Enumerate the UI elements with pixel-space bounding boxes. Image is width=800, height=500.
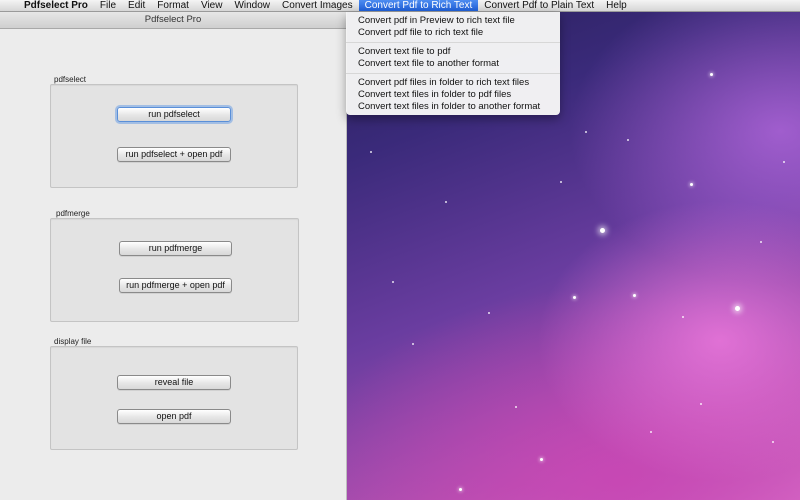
menu-convert-pdf-to-plain-text[interactable]: Convert Pdf to Plain Text [478,0,600,11]
menu-help[interactable]: Help [600,0,633,11]
star [540,458,543,461]
run-pdfmerge-button[interactable]: run pdfmerge [119,241,232,256]
star [445,201,447,203]
star [585,131,587,133]
group-box-pdfselect: run pdfselect run pdfselect + open pdf [50,84,298,188]
menu-bar: Pdfselect Pro File Edit Format View Wind… [0,0,800,12]
star [573,296,576,299]
run-pdfselect-open-pdf-button[interactable]: run pdfselect + open pdf [117,147,231,162]
menu-option-pdf-file-to-rich-text[interactable]: Convert pdf file to rich text file [358,27,483,38]
menu-option-folder-text-to-pdf[interactable]: Convert text files in folder to pdf file… [358,89,511,100]
run-pdfmerge-open-pdf-button[interactable]: run pdfmerge + open pdf [119,278,232,293]
open-pdf-button[interactable]: open pdf [117,409,231,424]
group-box-display-file: reveal file open pdf [50,346,298,450]
star [690,183,693,186]
group-label-pdfselect: pdfselect [54,75,87,84]
menu-convert-images[interactable]: Convert Images [276,0,359,11]
star [735,306,740,311]
star [633,294,636,297]
run-pdfselect-button[interactable]: run pdfselect [117,107,231,122]
menu-format[interactable]: Format [151,0,195,11]
star [783,161,785,163]
menu-view[interactable]: View [195,0,229,11]
menu-app-name[interactable]: Pdfselect Pro [18,0,94,11]
menu-option-text-to-other-format[interactable]: Convert text file to another format [358,58,499,69]
menu-edit[interactable]: Edit [122,0,151,11]
convert-pdf-to-rich-text-dropdown: Convert pdf in Preview to rich text file… [346,12,560,115]
menu-option-folder-text-to-other-format[interactable]: Convert text files in folder to another … [358,101,540,112]
menu-separator [346,42,560,43]
menu-file[interactable]: File [94,0,122,11]
star [700,403,702,405]
star [370,151,372,153]
app-window: Pdfselect Pro pdfselect run pdfselect ru… [0,11,347,500]
window-title: Pdfselect Pro [0,11,346,29]
star [760,241,762,243]
star [710,73,713,76]
group-box-pdfmerge: run pdfmerge run pdfmerge + open pdf [50,218,299,322]
star [627,139,629,141]
star [515,406,517,408]
menu-convert-pdf-to-rich-text[interactable]: Convert Pdf to Rich Text [358,0,479,11]
star [682,316,684,318]
star [488,312,490,314]
star [412,343,414,345]
star [772,441,774,443]
menu-option-text-to-pdf[interactable]: Convert text file to pdf [358,46,450,57]
group-label-display-file: display file [54,337,92,346]
star [650,431,652,433]
reveal-file-button[interactable]: reveal file [117,375,231,390]
group-label-pdfmerge: pdfmerge [56,209,90,218]
star [459,488,462,491]
star [560,181,562,183]
menu-separator [346,73,560,74]
apple-menu-icon[interactable] [0,0,18,11]
star [392,281,394,283]
star [600,228,605,233]
menu-option-preview-to-rich-text[interactable]: Convert pdf in Preview to rich text file [358,15,515,26]
menu-window[interactable]: Window [228,0,276,11]
menu-option-folder-pdf-to-rich-text[interactable]: Convert pdf files in folder to rich text… [358,77,529,88]
